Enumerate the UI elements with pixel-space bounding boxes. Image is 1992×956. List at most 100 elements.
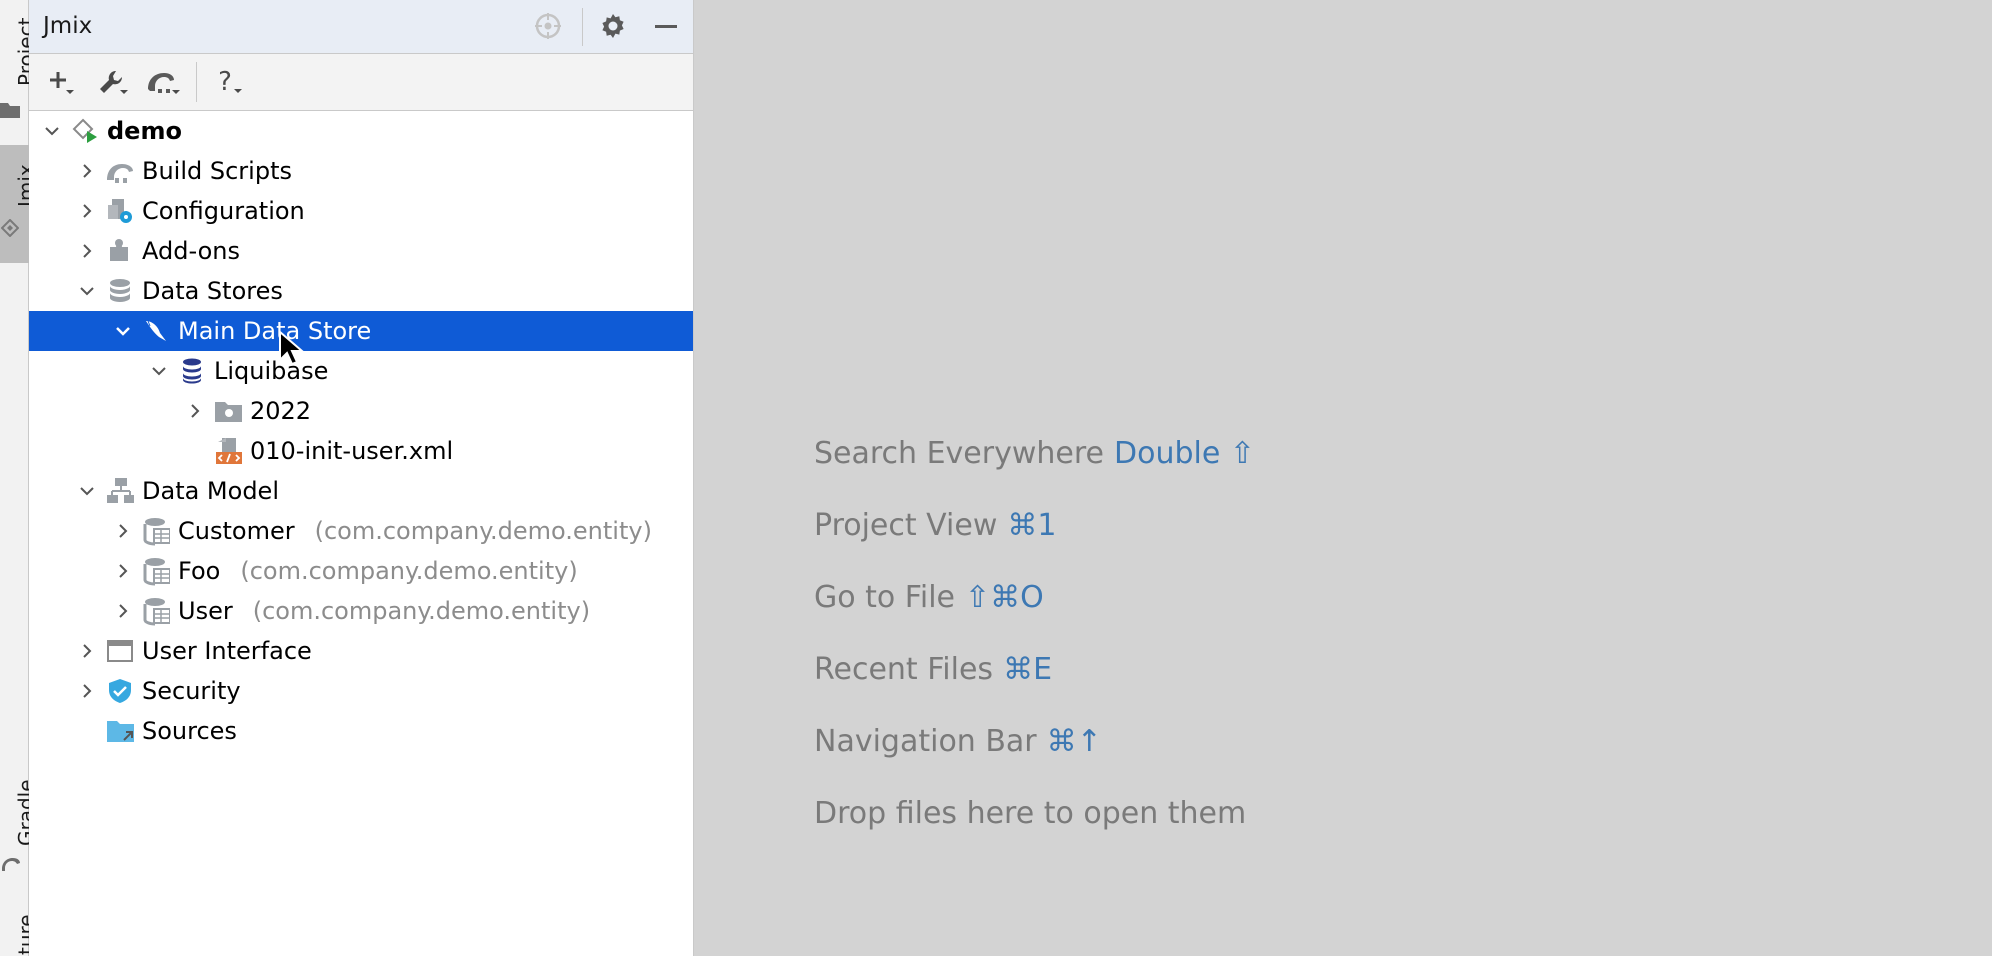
- hint-shortcut: ⌘↑: [1046, 724, 1102, 759]
- mouse-cursor-icon: [279, 330, 304, 366]
- tree-node-label: Data Model: [142, 477, 279, 505]
- tree-node-add-ons[interactable]: Add-ons: [29, 231, 693, 271]
- source-folder-icon: [106, 717, 134, 745]
- gradle-elephant-icon: [2, 858, 20, 871]
- chevron-right-icon[interactable]: [184, 400, 206, 422]
- wrench-icon[interactable]: [92, 64, 132, 100]
- hint-text: Project View: [814, 508, 998, 543]
- jmix-project-icon: [71, 117, 99, 145]
- panel-toolbar: ?: [29, 54, 693, 111]
- tool-tab-structure[interactable]: ture: [0, 905, 38, 956]
- tree-node-label: 010-init-user.xml: [250, 437, 454, 465]
- chevron-down-icon[interactable]: [76, 480, 98, 502]
- tree-node-label: demo: [107, 117, 182, 145]
- hint-text: Search Everywhere: [814, 436, 1104, 471]
- tree-node-label: Foo: [178, 557, 221, 585]
- tree-node-label: Security: [142, 677, 241, 705]
- chevron-down-icon[interactable]: [41, 120, 63, 142]
- hint-shortcut: ⌘E: [1003, 652, 1053, 687]
- tree-node-user[interactable]: User (com.company.demo.entity): [29, 591, 693, 631]
- tree-node-label: Sources: [142, 717, 237, 745]
- puzzle-icon: [106, 237, 134, 265]
- database-icon: [106, 277, 134, 305]
- hint-recent-files: Recent Files ⌘E: [814, 652, 1052, 687]
- data-model-icon: [106, 477, 134, 505]
- panel-title: Jmix: [43, 13, 93, 39]
- tree-node-label: Build Scripts: [142, 157, 292, 185]
- chevron-right-icon[interactable]: [76, 200, 98, 222]
- minimize-icon[interactable]: [650, 10, 682, 42]
- hint-go-to-file: Go to File ⇧⌘O: [814, 580, 1044, 615]
- tree-node-configuration[interactable]: Configuration: [29, 191, 693, 231]
- help-button[interactable]: ?: [211, 64, 251, 100]
- hint-text: Navigation Bar: [814, 724, 1037, 759]
- chevron-right-icon[interactable]: [112, 560, 134, 582]
- tree-node-label: Configuration: [142, 197, 305, 225]
- liquibase-icon: [178, 357, 206, 385]
- entity-icon: [142, 517, 170, 546]
- hint-text: Recent Files: [814, 652, 994, 687]
- tree-node-main-data-store[interactable]: Main Data Store: [29, 311, 693, 351]
- tree-node-data-stores[interactable]: Data Stores: [29, 271, 693, 311]
- chevron-right-icon[interactable]: [76, 680, 98, 702]
- mysql-dolphin-icon: [142, 317, 170, 345]
- tree-node-demo[interactable]: demo: [29, 111, 693, 151]
- tool-tab-project[interactable]: Project: [0, 0, 38, 125]
- tree-node-label: Main Data Store: [178, 317, 372, 345]
- tree-node-data-model[interactable]: Data Model: [29, 471, 693, 511]
- chevron-right-icon[interactable]: [112, 520, 134, 542]
- gradle-elephant-icon[interactable]: [143, 64, 183, 100]
- tree-node-customer[interactable]: Customer (com.company.demo.entity): [29, 511, 693, 551]
- hint-search-everywhere: Search Everywhere Double ⇧: [814, 436, 1255, 471]
- xml-file-icon: [214, 437, 242, 465]
- shield-icon: [106, 677, 134, 705]
- chevron-right-icon[interactable]: [76, 640, 98, 662]
- folder-icon: [214, 397, 242, 425]
- package-name: (com.company.demo.entity): [240, 557, 578, 585]
- tree-node-foo[interactable]: Foo (com.company.demo.entity): [29, 551, 693, 591]
- jmix-tool-window: Jmix ? demo Build Scripts Configuration …: [29, 0, 694, 956]
- hint-text: Drop files here to open them: [814, 796, 1247, 831]
- tree-node-liquibase[interactable]: Liquibase: [29, 351, 693, 391]
- package-name: (com.company.demo.entity): [314, 517, 652, 545]
- gear-icon[interactable]: [597, 10, 629, 42]
- tool-tab-jmix[interactable]: Jmix: [0, 145, 38, 263]
- tree-node-label: Add-ons: [142, 237, 240, 265]
- chevron-down-icon[interactable]: [76, 280, 98, 302]
- tree-node-label: 2022: [250, 397, 312, 425]
- chevron-down-icon[interactable]: [112, 320, 134, 342]
- hint-shortcut: ⌘1: [1007, 508, 1057, 543]
- tool-tab-gradle[interactable]: Gradle: [0, 770, 38, 880]
- tree-node-build-scripts[interactable]: Build Scripts: [29, 151, 693, 191]
- tree-node-user-interface[interactable]: User Interface: [29, 631, 693, 671]
- folder-icon: [0, 103, 20, 118]
- chevron-right-icon[interactable]: [112, 600, 134, 622]
- tree-node-sources[interactable]: Sources: [29, 711, 693, 751]
- hint-shortcut: Double ⇧: [1114, 436, 1255, 471]
- gradle-elephant-icon: [106, 157, 134, 185]
- panel-header: Jmix: [29, 0, 693, 54]
- chevron-right-icon[interactable]: [76, 160, 98, 182]
- hint-navigation-bar: Navigation Bar ⌘↑: [814, 724, 1102, 759]
- tree-node-label: Data Stores: [142, 277, 283, 305]
- tree-node-security[interactable]: Security: [29, 671, 693, 711]
- window-icon: [106, 637, 134, 665]
- tree-node-label: Liquibase: [214, 357, 329, 385]
- chevron-down-icon[interactable]: [148, 360, 170, 382]
- entity-icon: [142, 597, 170, 626]
- configuration-icon: [106, 197, 134, 225]
- package-name: (com.company.demo.entity): [252, 597, 591, 625]
- add-icon[interactable]: [41, 64, 81, 100]
- editor-empty-area[interactable]: Search Everywhere Double ⇧ Project View ⌘1…: [694, 0, 1992, 956]
- tree-node-2022[interactable]: 2022: [29, 391, 693, 431]
- entity-icon: [142, 557, 170, 586]
- chevron-right-icon[interactable]: [76, 240, 98, 262]
- tree-node-init-user-xml[interactable]: 010-init-user.xml: [29, 431, 693, 471]
- hint-drop-files: Drop files here to open them: [814, 796, 1246, 831]
- locate-icon[interactable]: [532, 10, 564, 42]
- jmix-icon: [1, 219, 19, 237]
- hint-project-view: Project View ⌘1: [814, 508, 1056, 543]
- tree-node-label: Customer: [178, 517, 295, 545]
- header-divider: [582, 8, 583, 46]
- hint-text: Go to File: [814, 580, 955, 615]
